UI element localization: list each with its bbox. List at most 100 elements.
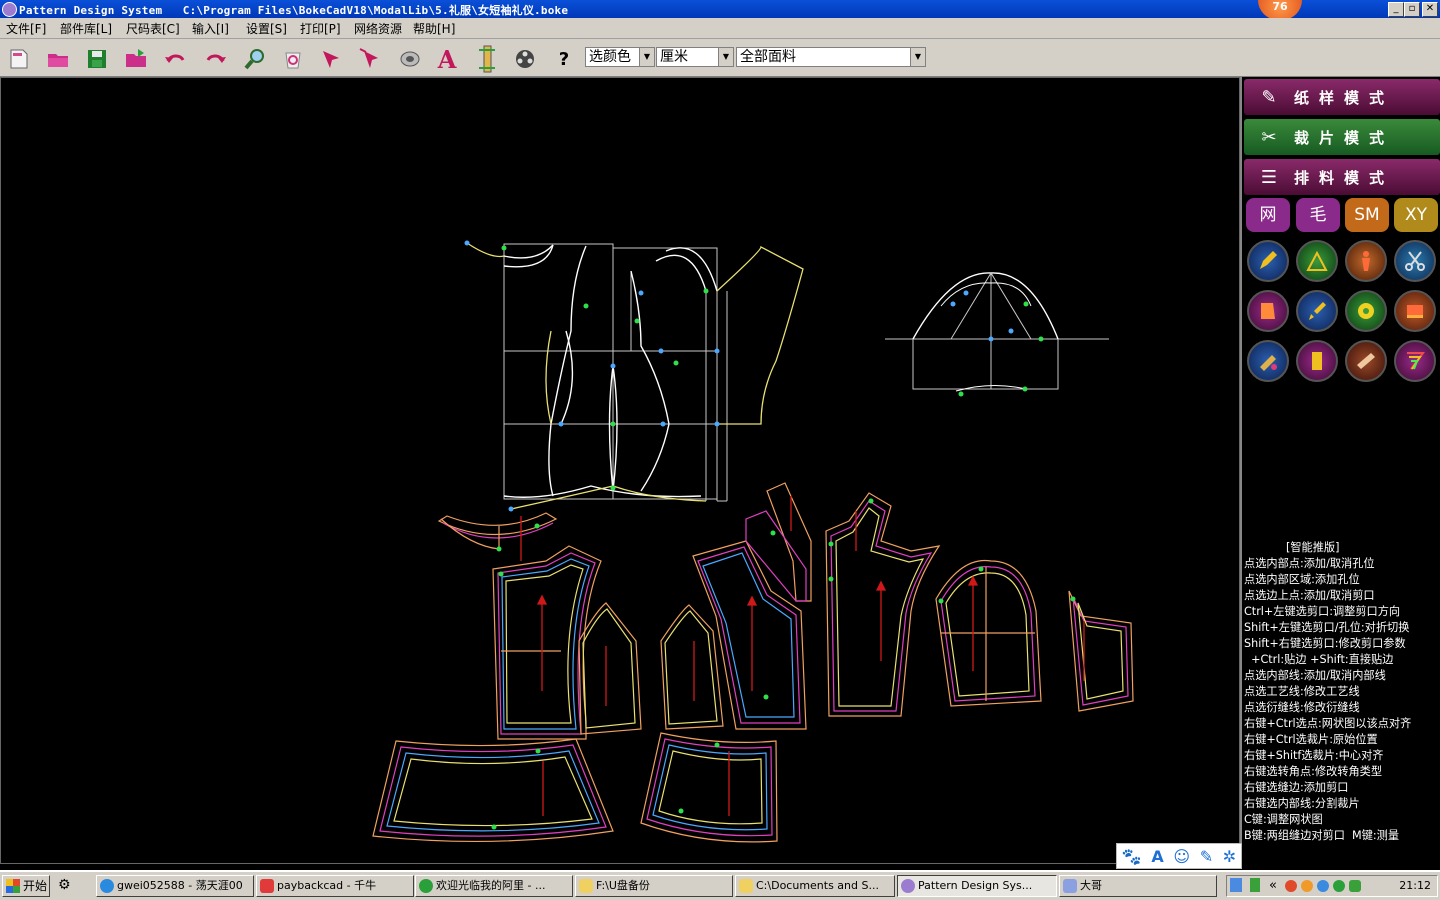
color-select[interactable]: 选颜色 ▼	[585, 47, 655, 67]
settings-icon[interactable]: ✲	[1223, 847, 1236, 866]
usb-icon[interactable]	[1250, 878, 1260, 892]
brush-icon[interactable]	[1296, 290, 1338, 332]
help-icon[interactable]: ?	[551, 46, 577, 72]
maximize-button[interactable]: ▫	[1404, 2, 1420, 17]
cloth-piece-icon[interactable]	[1345, 340, 1387, 382]
security-icon[interactable]	[1333, 880, 1345, 892]
start-button[interactable]: 开始	[2, 875, 50, 897]
open-folder-icon[interactable]	[45, 46, 71, 72]
toolbar: A ? 选颜色 ▼ 厘米 ▼ 全部面料 ▼	[0, 39, 1440, 77]
task-pattern-design-system[interactable]: Pattern Design Sys...	[897, 875, 1057, 897]
smile-icon[interactable]: ☺	[1173, 847, 1190, 866]
help-line: 右键选内部线:分割裁片	[1244, 797, 1360, 810]
quick-launch-icon[interactable]: ⚙	[58, 877, 84, 897]
fabric-select[interactable]: 全部面料 ▼	[736, 47, 926, 67]
menu-help[interactable]: 帮助[H]	[413, 20, 455, 37]
xy-button[interactable]: XY	[1394, 198, 1438, 232]
tray-expand-icon[interactable]: «	[1269, 878, 1277, 893]
task-qianniu[interactable]: paybackcad - 千牛	[256, 875, 414, 897]
task-qianniu-chat[interactable]: gwei052588 - 荡天涯00	[96, 875, 254, 897]
qq-icon[interactable]	[1285, 880, 1297, 892]
task-label: gwei052588 - 荡天涯00	[117, 879, 243, 892]
cut-pieces	[372, 482, 1134, 843]
chevron-down-icon: ▼	[910, 48, 925, 66]
new-page-icon[interactable]	[6, 46, 32, 72]
delete-icon[interactable]	[280, 46, 306, 72]
scissors-icon[interactable]	[1394, 240, 1436, 282]
cutting-mode-button[interactable]: ✂ 裁片模式	[1244, 119, 1440, 155]
export-folder-icon[interactable]	[123, 46, 149, 72]
task-folder-documents[interactable]: C:\Documents and S...	[735, 875, 895, 897]
pattern-piece-icon[interactable]	[1247, 290, 1289, 332]
sewing-machine-icon[interactable]	[1394, 290, 1436, 332]
text-icon[interactable]: A	[434, 45, 460, 74]
unit-select-value: 厘米	[660, 49, 688, 65]
app-name: Pattern Design System	[19, 4, 163, 17]
chevron-down-icon: ▼	[718, 48, 733, 66]
marker-mode-label: 排料模式	[1294, 168, 1395, 187]
menu-print[interactable]: 打印[P]	[300, 20, 341, 37]
marker-mode-button[interactable]: ☰ 排料模式	[1244, 159, 1440, 195]
browser-icon	[419, 879, 433, 893]
cut-tool-icon[interactable]	[1247, 340, 1289, 382]
drawing-canvas[interactable]	[0, 77, 1240, 864]
tape-measure-icon[interactable]	[1345, 290, 1387, 332]
seam-toggle-button[interactable]: 毛	[1296, 198, 1340, 232]
multi-select-icon[interactable]	[357, 46, 383, 72]
title-bar: Pattern Design System C:\Program Files\B…	[0, 0, 1440, 18]
task-label: C:\Documents and S...	[756, 879, 879, 892]
menu-input[interactable]: 输入[I]	[192, 20, 229, 37]
task-dage[interactable]: 大哥	[1059, 875, 1217, 897]
help-title: [智能推版]	[1286, 541, 1340, 554]
app-icon	[901, 879, 915, 893]
app-icon[interactable]	[2, 2, 17, 17]
network-status-icon[interactable]	[1230, 878, 1242, 892]
task-folder-usb[interactable]: F:\U盘备份	[575, 875, 733, 897]
reel-icon[interactable]	[512, 46, 538, 72]
task-browser[interactable]: 欢迎光临我的阿里 - ...	[415, 875, 573, 897]
help-line: B键:两组缝边对剪口 M键:测量	[1244, 829, 1400, 842]
paw-icon[interactable]: 🐾	[1122, 847, 1142, 866]
menu-parts-library[interactable]: 部件库[L]	[60, 20, 112, 37]
network-icon[interactable]	[1317, 880, 1329, 892]
body-figure-icon[interactable]	[1345, 240, 1387, 282]
collar-piece	[437, 512, 558, 550]
menu-bar: 文件[F] 部件库[L] 尺码表[C] 输入[I] 设置[S] 打印[P] 网络…	[0, 18, 1440, 39]
ruler-icon[interactable]	[474, 45, 500, 73]
redo-icon[interactable]	[203, 46, 229, 72]
menu-size-table[interactable]: 尺码表[C]	[126, 20, 180, 37]
pattern-mode-button[interactable]: ✎ 纸样模式	[1244, 79, 1440, 115]
menu-file[interactable]: 文件[F]	[6, 20, 46, 37]
cutting-mode-label: 裁片模式	[1294, 128, 1395, 147]
shield-icon[interactable]	[1349, 880, 1361, 892]
base-pattern-curves	[503, 244, 718, 498]
grid-toggle-button[interactable]: 网	[1246, 198, 1290, 232]
pencil-icon[interactable]	[1247, 240, 1289, 282]
text-a-icon[interactable]: A	[1151, 847, 1163, 866]
windows-logo-icon	[6, 879, 20, 893]
help-line: C键:调整网状图	[1244, 813, 1323, 826]
zoom-icon[interactable]	[242, 46, 268, 72]
rainbow-line-icon[interactable]	[1394, 340, 1436, 382]
color-select-value: 选颜色	[589, 49, 631, 65]
measure-icon[interactable]	[397, 46, 423, 72]
menu-settings[interactable]: 设置[S]	[246, 20, 287, 37]
contact-icon	[1063, 879, 1077, 893]
help-line: +Ctrl:贴边 +Shift:直接贴边	[1244, 653, 1394, 666]
sm-button[interactable]: SM	[1345, 198, 1389, 232]
start-label: 开始	[23, 879, 48, 893]
unit-select[interactable]: 厘米 ▼	[656, 47, 734, 67]
fabric-roll-icon[interactable]	[1296, 340, 1338, 382]
menu-network-resources[interactable]: 网络资源	[354, 20, 402, 37]
undo-icon[interactable]	[162, 46, 188, 72]
triangle-ruler-icon[interactable]	[1296, 240, 1338, 282]
tray-app-icon[interactable]	[1301, 880, 1313, 892]
close-button[interactable]: ✕	[1422, 2, 1438, 17]
pattern-mode-label: 纸样模式	[1294, 88, 1395, 107]
task-label: Pattern Design Sys...	[918, 879, 1033, 892]
select-arrow-icon[interactable]	[318, 46, 344, 72]
minimize-button[interactable]: _	[1388, 2, 1404, 17]
pen-icon[interactable]: ✎	[1200, 847, 1213, 866]
shortcut-help-panel: [智能推版] 点选内部点:添加/取消孔位 点选内部区域:添加孔位 点选边上点:添…	[1244, 540, 1440, 845]
save-icon[interactable]	[84, 46, 110, 72]
